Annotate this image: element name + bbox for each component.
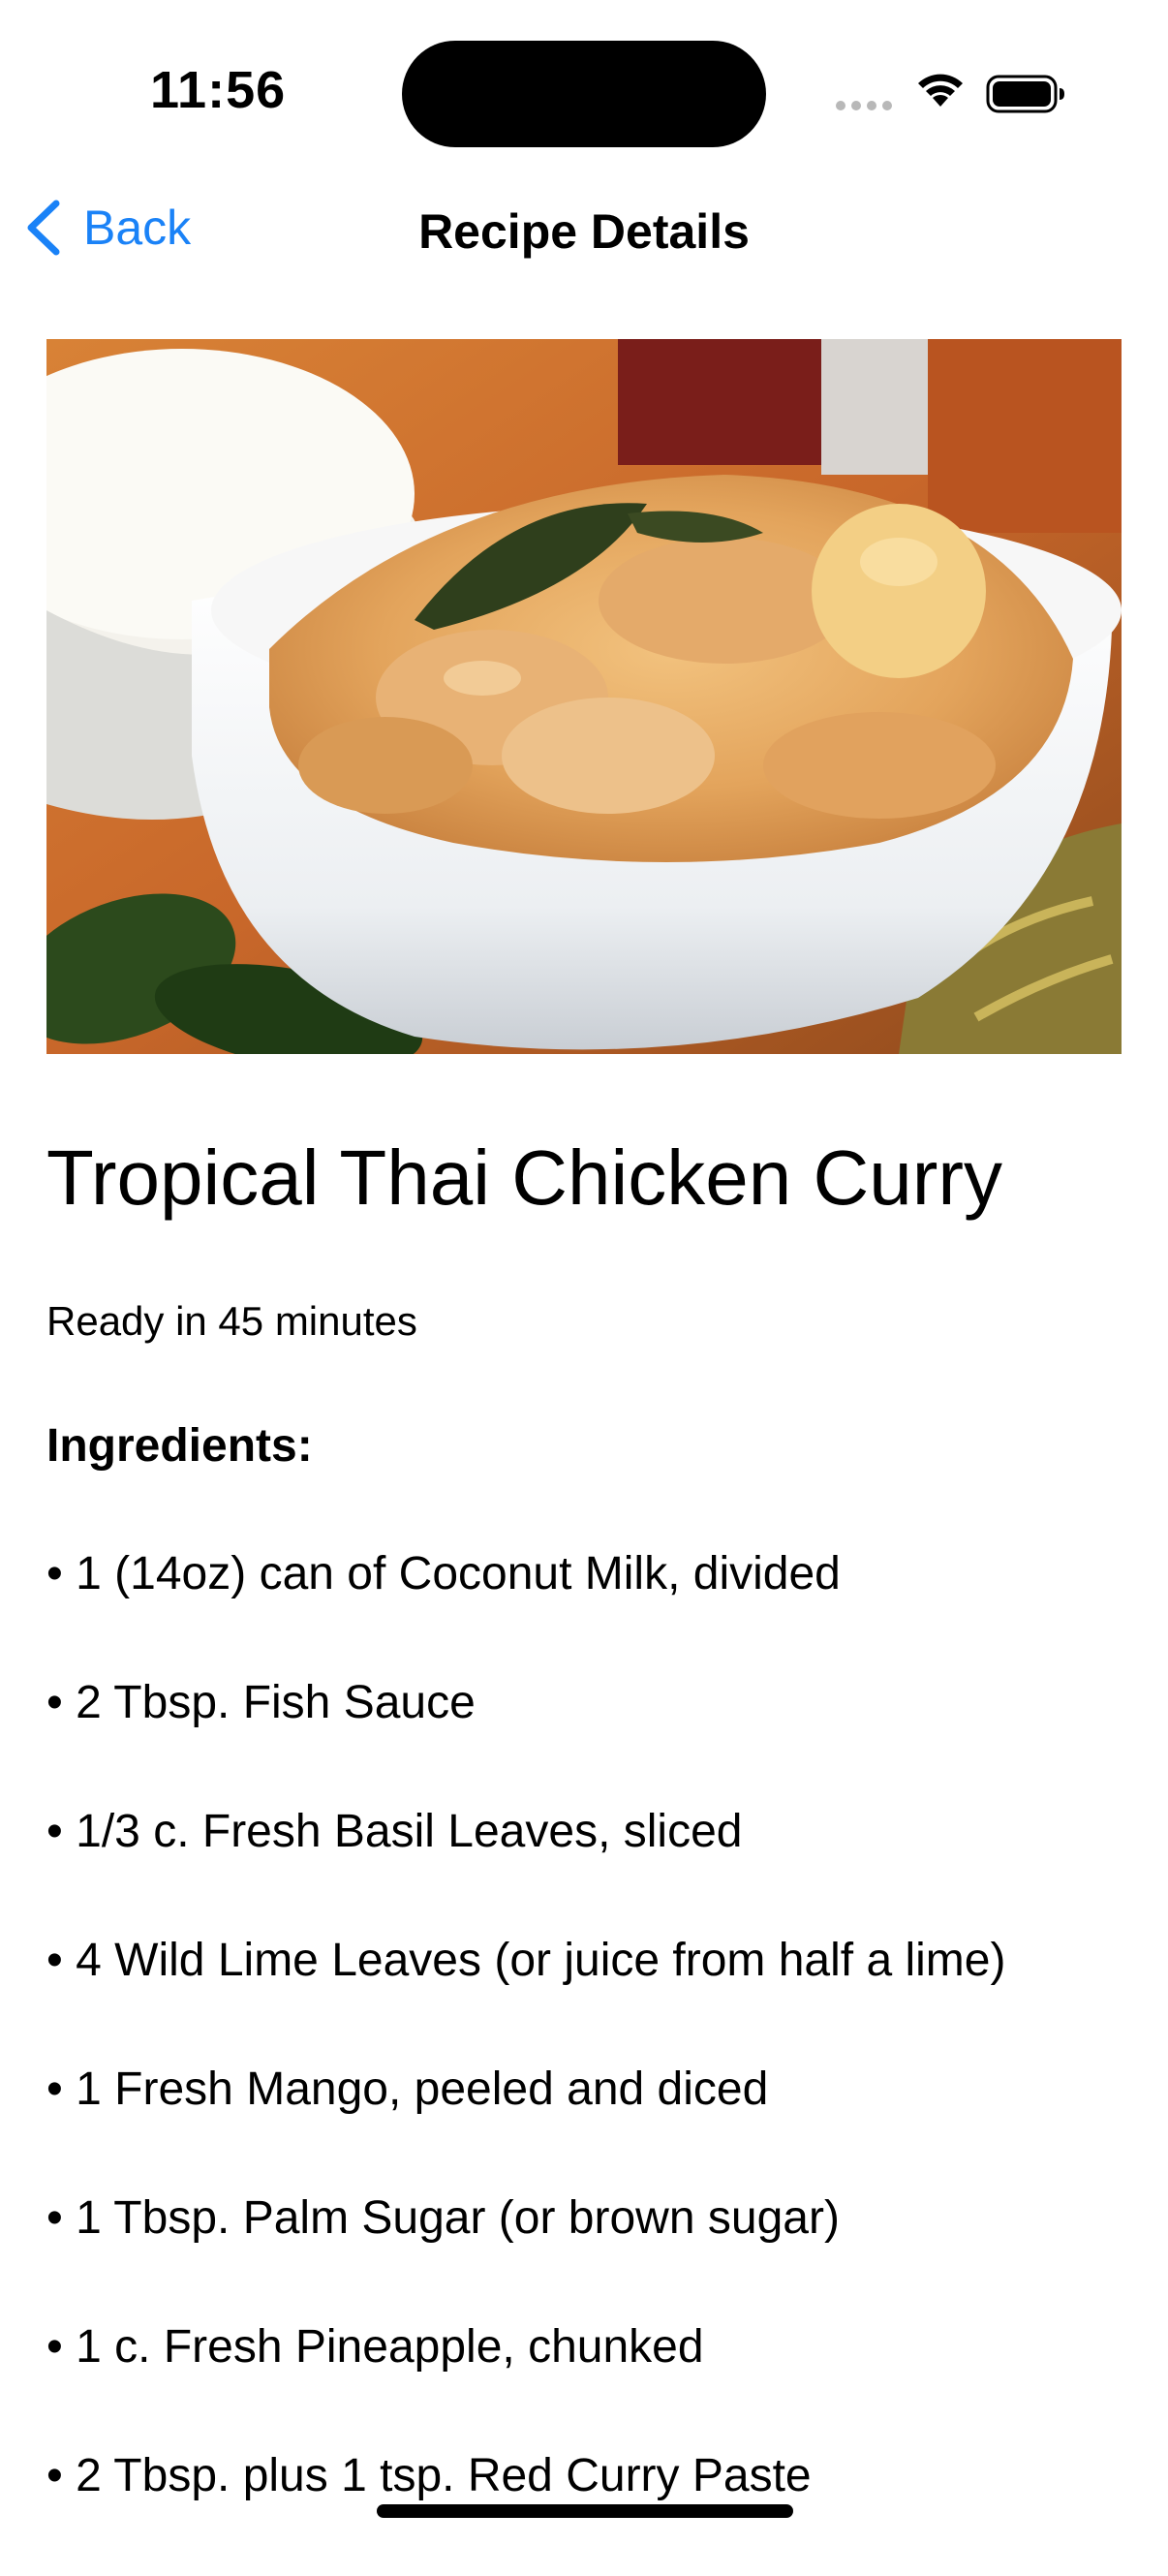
recipe-title: Tropical Thai Chicken Curry bbox=[46, 1134, 1002, 1221]
ingredient-item: • 2 Tbsp. Fish Sauce bbox=[46, 1677, 476, 1728]
ingredient-item: • 1 (14oz) can of Coconut Milk, divided bbox=[46, 1548, 841, 1599]
dynamic-island bbox=[402, 41, 766, 147]
ingredient-item: • 1 Fresh Mango, peeled and diced bbox=[46, 2064, 769, 2115]
ingredient-list: • 1 (14oz) can of Coconut Milk, divided … bbox=[46, 1545, 1005, 2576]
ready-time: Ready in 45 minutes bbox=[46, 1298, 417, 1344]
battery-icon bbox=[986, 75, 1064, 113]
ingredient-item: • 1 Tbsp. Palm Sugar (or brown sugar) bbox=[46, 2192, 840, 2244]
status-time: 11:56 bbox=[150, 61, 287, 119]
ingredient-item: • 1 c. Fresh Pineapple, chunked bbox=[46, 2321, 704, 2373]
page-title: Recipe Details bbox=[418, 204, 750, 259]
home-indicator[interactable] bbox=[377, 2504, 793, 2518]
ingredient-item: • 4 Wild Lime Leaves (or juice from half… bbox=[46, 1935, 1006, 1986]
navigation-bar: Back Recipe Details bbox=[0, 184, 1168, 271]
cellular-signal-icon bbox=[836, 101, 892, 110]
curry-bowl-illustration bbox=[46, 339, 1122, 1054]
status-bar: 11:56 bbox=[0, 0, 1168, 194]
wifi-icon bbox=[918, 74, 963, 107]
ingredient-item: • 1/3 c. Fresh Basil Leaves, sliced bbox=[46, 1806, 743, 1857]
recipe-image bbox=[46, 339, 1122, 1054]
ingredients-heading: Ingredients: bbox=[46, 1420, 313, 1472]
